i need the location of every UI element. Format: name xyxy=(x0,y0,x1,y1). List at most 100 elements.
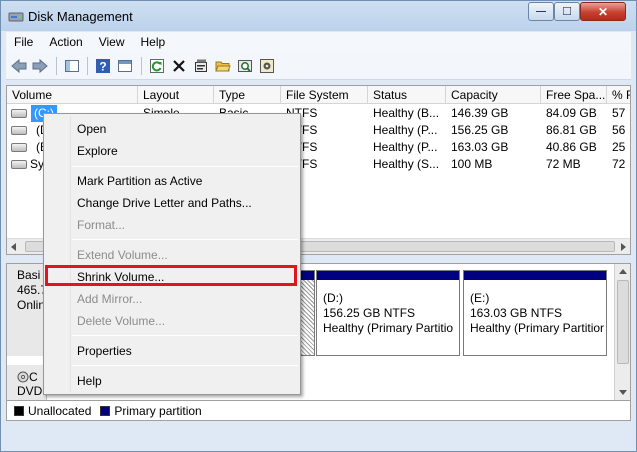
refresh-icon[interactable] xyxy=(148,57,166,75)
menu-item-delete-volume: Delete Volume... xyxy=(77,314,166,328)
title-bar[interactable]: Disk Management — ☐ ✕ xyxy=(1,1,636,31)
drive-icon xyxy=(11,143,27,152)
maximize-icon: ☐ xyxy=(562,6,572,18)
status-bar xyxy=(6,422,631,448)
legend-unallocated-label: Unallocated xyxy=(28,403,92,418)
back-icon[interactable] xyxy=(10,57,28,75)
window-title: Disk Management xyxy=(28,9,133,24)
disk-management-window: Disk Management — ☐ ✕ File Action View H… xyxy=(0,0,637,452)
column-capacity[interactable]: Capacity xyxy=(446,86,541,104)
disk-0-type: Basi xyxy=(17,268,41,282)
toolbar-separator xyxy=(141,57,142,75)
cdrom-0-label[interactable]: C DVD (F:) xyxy=(7,365,47,400)
minimize-icon: — xyxy=(536,6,546,17)
menu-help[interactable]: Help xyxy=(133,32,174,52)
menu-separator xyxy=(72,166,298,167)
cell-percent-free: 72 xyxy=(612,157,626,171)
cell-capacity: 100 MB xyxy=(451,157,493,171)
menu-file[interactable]: File xyxy=(6,32,41,52)
cell-status: Healthy (B... xyxy=(373,106,440,120)
cell-percent-free: 57 xyxy=(612,106,626,120)
legend-primary-label: Primary partition xyxy=(114,403,202,418)
menu-item-format: Format... xyxy=(77,218,126,232)
cell-status: Healthy (P... xyxy=(373,123,438,137)
menu-item-explore[interactable]: Explore xyxy=(77,142,118,160)
cell-percent-free: 25 xyxy=(612,140,626,154)
menu-item-help[interactable]: Help xyxy=(77,372,102,390)
cell-capacity: 163.03 GB xyxy=(451,140,509,154)
column-file-system[interactable]: File System xyxy=(281,86,368,104)
disk-0-label[interactable]: Basi 465.7 Onlin xyxy=(7,264,47,356)
legend: Unallocated Primary partition xyxy=(6,401,631,421)
column-volume[interactable]: Volume xyxy=(7,86,138,104)
help-icon[interactable]: ? xyxy=(94,57,112,75)
column-status[interactable]: Status xyxy=(368,86,446,104)
scrollbar-thumb[interactable] xyxy=(617,280,629,364)
disk-management-icon xyxy=(8,12,24,22)
close-icon: ✕ xyxy=(597,4,609,19)
partition-d[interactable]: (D:) 156.25 GB NTFS Healthy (Primary Par… xyxy=(316,270,460,356)
disk-0-state: Onlin xyxy=(17,298,46,312)
scroll-down-icon[interactable] xyxy=(619,390,627,395)
menu-separator xyxy=(72,335,298,336)
cell-capacity: 146.39 GB xyxy=(451,106,509,120)
menu-separator xyxy=(72,365,298,366)
menu-separator xyxy=(72,239,298,240)
scroll-right-icon[interactable] xyxy=(621,243,626,251)
cell-status: Healthy (S... xyxy=(373,157,440,171)
cdrom-0-name: C xyxy=(29,370,38,384)
partition-e-status: Healthy (Primary Partitior xyxy=(470,321,605,335)
column-free-space[interactable]: Free Spa... xyxy=(541,86,607,104)
partition-e[interactable]: (E:) 163.03 GB NTFS Healthy (Primary Par… xyxy=(463,270,607,356)
partition-e-size: 163.03 GB NTFS xyxy=(470,306,563,320)
menu-item-add-mirror: Add Mirror... xyxy=(77,292,143,306)
menu-bar: File Action View Help xyxy=(6,32,631,52)
scroll-up-icon[interactable] xyxy=(619,269,627,274)
menu-item-mark-active[interactable]: Mark Partition as Active xyxy=(77,172,202,190)
svg-text:?: ? xyxy=(99,60,106,74)
toolbar-separator xyxy=(87,57,88,75)
find-icon[interactable] xyxy=(236,57,254,75)
cell-capacity: 156.25 GB xyxy=(451,123,509,137)
cell-free-space: 72 MB xyxy=(546,157,581,171)
cell-free-space: 86.81 GB xyxy=(546,123,597,137)
column-type[interactable]: Type xyxy=(214,86,281,104)
menu-action[interactable]: Action xyxy=(41,32,90,52)
context-menu: Open Explore Mark Partition as Active Ch… xyxy=(43,113,301,395)
maximize-button[interactable]: ☐ xyxy=(554,2,580,21)
close-button[interactable]: ✕ xyxy=(580,2,626,21)
cell-free-space: 84.09 GB xyxy=(546,106,597,120)
cdrom-0-drive: DVD (F:) xyxy=(17,384,43,400)
open-folder-icon[interactable] xyxy=(214,57,232,75)
drive-icon xyxy=(11,126,27,135)
disk-properties-icon[interactable] xyxy=(258,57,276,75)
legend-unallocated-swatch xyxy=(14,405,24,416)
partition-d-status: Healthy (Primary Partitio xyxy=(323,321,454,335)
partition-d-size: 156.25 GB NTFS xyxy=(323,306,416,320)
column-percent-free[interactable]: % F xyxy=(607,86,630,104)
properties-icon[interactable] xyxy=(192,57,210,75)
menu-item-open[interactable]: Open xyxy=(77,120,106,138)
column-layout[interactable]: Layout xyxy=(138,86,214,104)
drive-icon xyxy=(11,109,27,118)
menu-item-change-drive-letter[interactable]: Change Drive Letter and Paths... xyxy=(77,194,252,212)
minimize-button[interactable]: — xyxy=(528,2,554,21)
shrink-volume-highlight xyxy=(45,265,297,286)
vertical-scrollbar[interactable] xyxy=(614,264,630,400)
menu-item-properties[interactable]: Properties xyxy=(77,342,132,360)
cell-free-space: 40.86 GB xyxy=(546,140,597,154)
disk-0-size: 465.7 xyxy=(17,283,47,297)
partition-d-name: (D:) xyxy=(323,291,343,305)
console-tree-icon[interactable] xyxy=(63,57,81,75)
delete-icon[interactable] xyxy=(170,57,188,75)
menu-item-extend-volume: Extend Volume... xyxy=(77,248,168,262)
legend-primary-swatch xyxy=(100,405,111,416)
toolbar: ? xyxy=(6,52,631,80)
volume-list-header: Volume Layout Type File System Status Ca… xyxy=(7,86,630,104)
forward-icon[interactable] xyxy=(31,57,49,75)
menu-view[interactable]: View xyxy=(91,32,133,52)
toolbar-separator xyxy=(56,57,57,75)
console-icon[interactable] xyxy=(116,57,134,75)
scroll-left-icon[interactable] xyxy=(11,243,16,251)
cell-percent-free: 56 xyxy=(612,123,626,137)
